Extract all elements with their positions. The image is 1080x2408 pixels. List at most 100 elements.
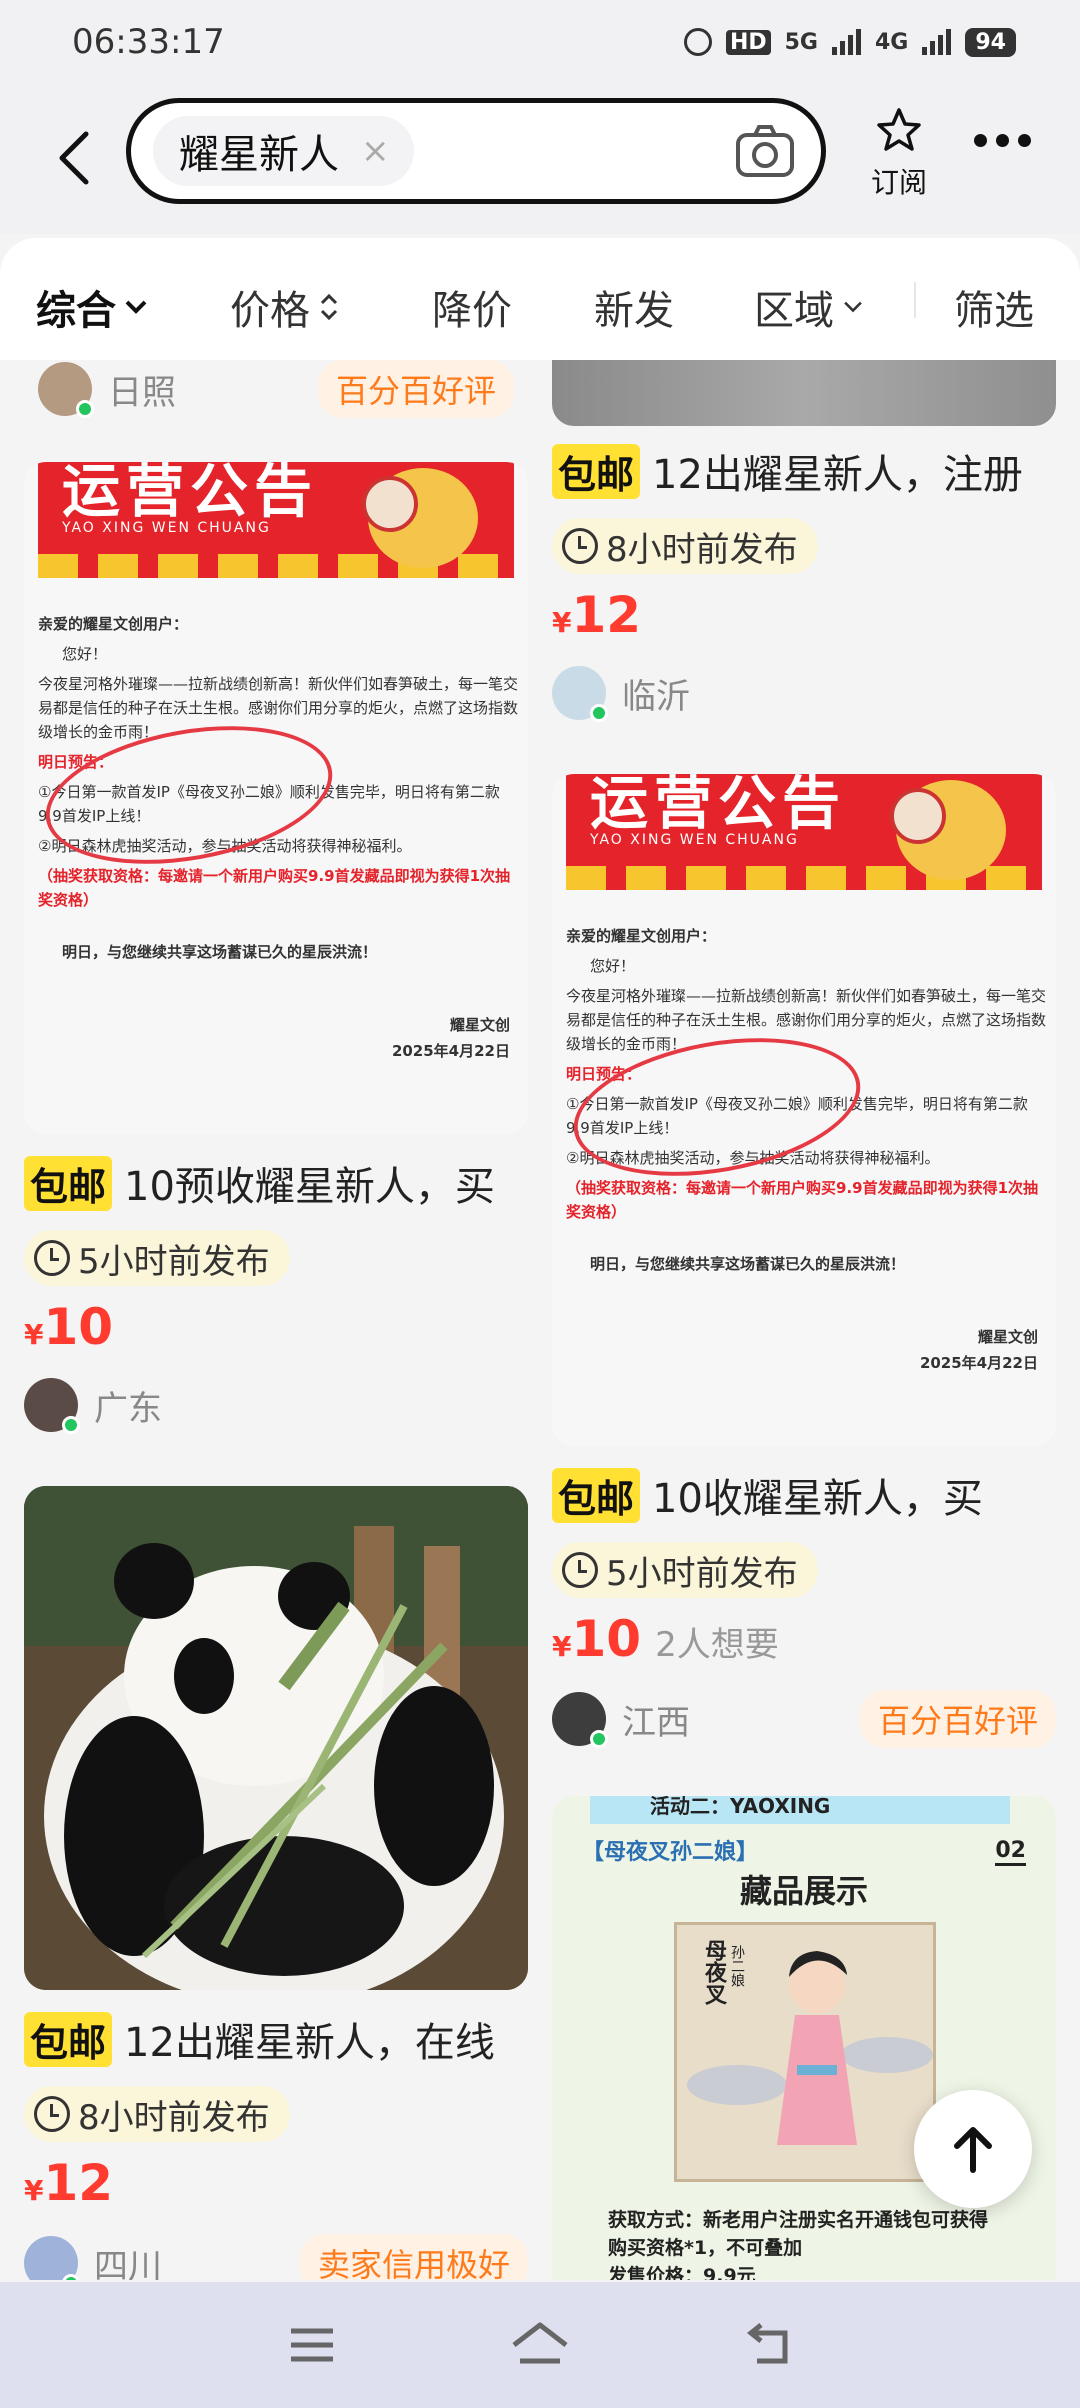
status-bar: 06:33:17 HD 5G 4G 94 [0, 0, 1080, 84]
camera-icon[interactable] [735, 123, 795, 179]
filter-label: 新发 [594, 288, 674, 334]
announcement-poster: 运营公告 YAO XING WEN CHUANG 亲爱的耀星文创用户： 您好！ … [24, 462, 528, 1134]
collect-line2: 购买资格*1，不可叠加 [608, 2237, 803, 2259]
product-card[interactable]: 包邮 12出耀星新人，注册 8小时前发布 ¥12 临沂 [552, 442, 1056, 722]
seller-row: 临沂 [552, 666, 1056, 722]
status-icons: HD 5G 4G 94 [683, 27, 1016, 57]
collect-page-no: 02 [995, 1838, 1026, 1866]
chevron-down-icon [844, 301, 862, 313]
avatar[interactable] [24, 1378, 80, 1434]
panda-photo [24, 1486, 528, 1990]
filter-price-drop[interactable]: 降价 [432, 278, 512, 336]
product-title: 包邮 10收耀星新人，买 [552, 1466, 1056, 1524]
filter-screen[interactable]: 筛选 [954, 278, 1034, 336]
clock-icon [34, 2096, 70, 2132]
back-nav-icon[interactable] [743, 2323, 793, 2367]
avatar[interactable] [552, 1692, 608, 1748]
product-feed[interactable]: 日照 百分百好评 包邮 12出耀星新人，注册 8小时前发布 ¥12 临沂 运营公… [0, 360, 1080, 2280]
seller-info[interactable]: 临沂 [552, 666, 690, 722]
poster-signature: 耀星文创 2025年4月22日 [920, 1324, 1038, 1376]
price-symbol: ¥ [24, 1318, 44, 1351]
price-value: 10 [43, 1298, 114, 1356]
publish-time: 8小时前发布 [606, 529, 798, 570]
rating-tag: 卖家信用极好 [299, 2234, 528, 2280]
poster-greeting: 亲爱的耀星文创用户： [566, 927, 717, 945]
price-row: ¥10 [24, 1298, 528, 1356]
clock-icon [562, 1552, 598, 1588]
filter-label: 综合 [36, 288, 116, 334]
seller-location: 四川 [94, 2246, 162, 2281]
poster-sign-name: 耀星文创 [977, 1328, 1038, 1346]
product-title: 包邮 12出耀星新人，在线 [24, 2010, 528, 2068]
collect-heading: 藏品展示 [739, 1872, 868, 1910]
seller-row: 广东 [24, 1378, 528, 1434]
back-button[interactable] [44, 118, 104, 198]
avatar[interactable] [38, 362, 94, 418]
seller-info[interactable]: 广东 [24, 1378, 162, 1434]
collect-line3: 发售价格：9.9元 [608, 2265, 756, 2280]
free-shipping-badge: 包邮 [24, 2011, 113, 2067]
filter-region[interactable]: 区域 [754, 278, 864, 336]
filter-bar: 综合 价格 降价 新发 区域 筛选 [0, 238, 1080, 362]
clock-icon [34, 1240, 70, 1276]
search-keyword-chip[interactable]: 耀星新人 × [153, 116, 414, 186]
filter-comprehensive[interactable]: 综合 [36, 278, 148, 336]
publish-time-tag: 8小时前发布 [24, 2086, 290, 2142]
publish-time-tag: 5小时前发布 [24, 1230, 290, 1286]
seller-info[interactable]: 日照 [38, 362, 176, 418]
poster-brand: YAO XING WEN CHUANG [62, 520, 271, 536]
arrow-up-icon [954, 2127, 992, 2173]
collect-activity: 活动二：YAOXING [590, 1796, 1010, 1824]
net2-label: 4G [875, 29, 909, 55]
scroll-to-top-button[interactable] [914, 2090, 1032, 2208]
publish-time: 5小时前发布 [606, 1553, 798, 1594]
poster-greeting: 亲爱的耀星文创用户： [38, 615, 189, 633]
filter-divider [914, 282, 916, 318]
hd-label: HD [725, 29, 771, 55]
poster-signature: 耀星文创 2025年4月22日 [392, 1012, 510, 1064]
product-image[interactable]: 运营公告 YAO XING WEN CHUANG 亲爱的耀星文创用户： 您好！ … [552, 774, 1056, 1446]
product-card[interactable]: 运营公告 YAO XING WEN CHUANG 亲爱的耀星文创用户： 您好！ … [24, 462, 528, 1434]
product-card[interactable]: 包邮 12出耀星新人，在线 8小时前发布 ¥12 四川 卖家信用极好 [24, 1486, 528, 2280]
collect-info: 获取方式：新老用户注册实名开通钱包可获得 购买资格*1，不可叠加 发售价格：9.… [608, 2206, 1048, 2280]
filter-new[interactable]: 新发 [594, 278, 674, 336]
price-row: ¥10 2人想要 [552, 1610, 1056, 1668]
product-title-text: 12出耀星新人，注册 [652, 452, 1023, 498]
poster-hello: 您好！ [590, 957, 636, 975]
poster-closing: 明日，与您继续共享这场蓄谋已久的星辰洪流！ [62, 943, 378, 961]
price-symbol: ¥ [552, 1630, 572, 1663]
filter-price[interactable]: 价格 [230, 278, 340, 336]
poster-date: 2025年4月22日 [391, 1042, 510, 1060]
filter-label: 筛选 [954, 288, 1034, 334]
signal-icon-2 [922, 29, 952, 55]
product-title-text: 10收耀星新人，买 [652, 1476, 983, 1522]
search-input[interactable]: 耀星新人 × [126, 98, 826, 204]
back-arrow-icon [59, 131, 89, 185]
product-card[interactable]: 运营公告 YAO XING WEN CHUANG 亲爱的耀星文创用户： 您好！ … [552, 774, 1056, 1748]
avatar[interactable] [552, 666, 608, 722]
sort-icon [320, 293, 338, 321]
price-value: 12 [571, 586, 642, 644]
more-options-button[interactable] [974, 134, 1031, 147]
seller-info[interactable]: 四川 [24, 2236, 162, 2280]
clear-keyword-icon[interactable]: × [361, 131, 390, 171]
seller-row: 四川 卖家信用极好 [24, 2234, 528, 2280]
system-nav-bar [0, 2282, 1080, 2408]
seller-info[interactable]: 江西 [552, 1692, 690, 1748]
collect-name-tag: 【母夜叉孙二娘】 [582, 1840, 759, 1865]
search-header: 耀星新人 × 订阅 [0, 84, 1080, 234]
menu-icon[interactable] [287, 2325, 337, 2365]
search-keyword: 耀星新人 [179, 132, 339, 178]
price-row: ¥12 [552, 586, 1056, 644]
publish-time: 8小时前发布 [78, 2097, 270, 2138]
home-icon[interactable] [510, 2321, 570, 2369]
price-value: 10 [571, 1610, 642, 1668]
product-image[interactable]: 运营公告 YAO XING WEN CHUANG 亲爱的耀星文创用户： 您好！ … [24, 462, 528, 1134]
product-image[interactable] [24, 1486, 528, 1990]
chevron-down-icon [125, 300, 147, 314]
product-image-partial[interactable] [552, 360, 1056, 426]
price-symbol: ¥ [24, 2174, 44, 2207]
subscribe-button[interactable]: 订阅 [862, 106, 936, 201]
avatar[interactable] [24, 2236, 80, 2280]
filter-label: 区域 [754, 288, 834, 334]
